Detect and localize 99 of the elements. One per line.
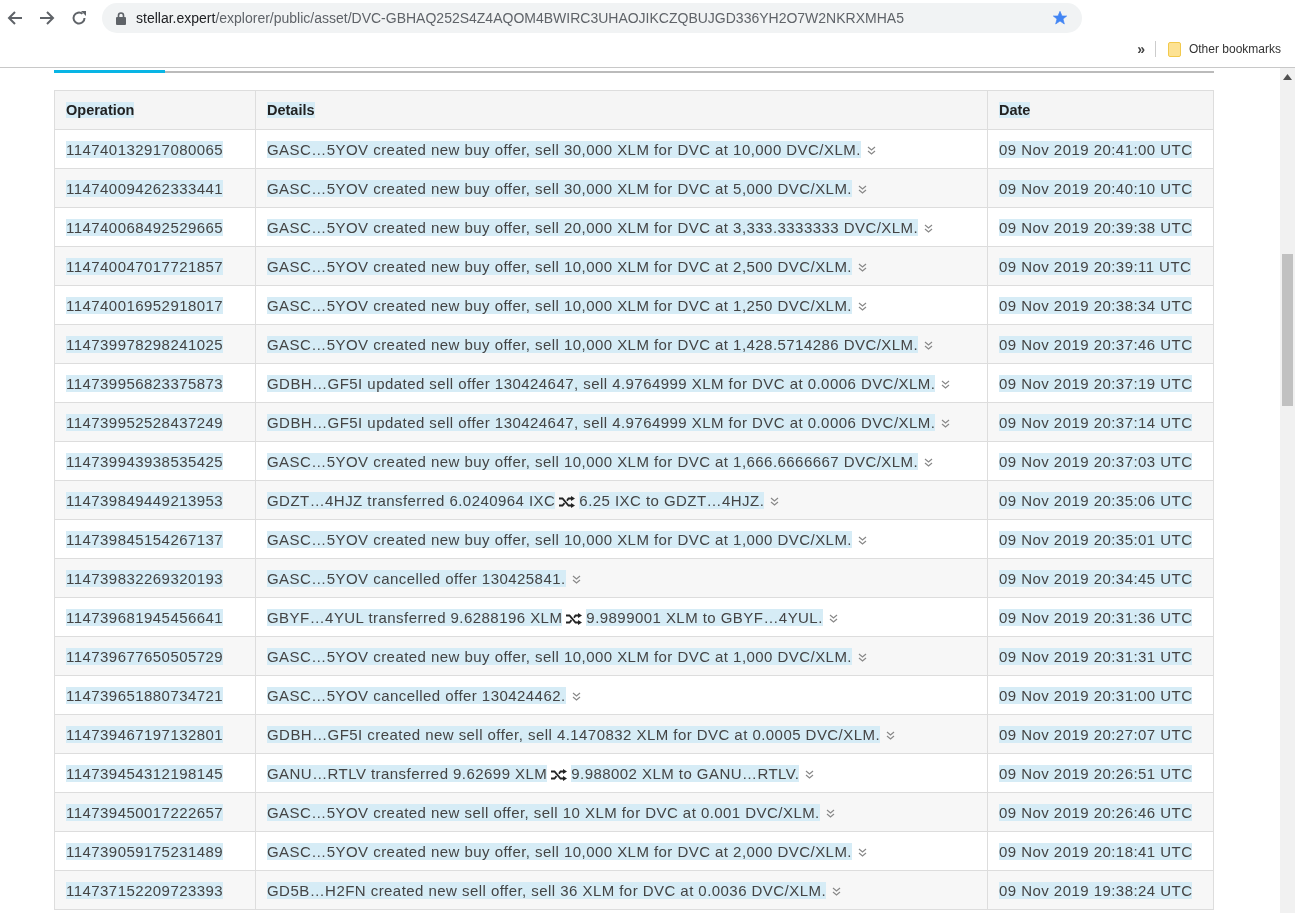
operation-description: GASC…5YOV created new buy offer, sell 10,000 XLM for DVC at 1,428.5714286 DVC/XLM. [267, 335, 919, 353]
operation-id-link[interactable]: 114739952528437249 [66, 413, 224, 431]
date-text: 09 Nov 2019 20:37:03 UTC [999, 452, 1193, 470]
date-text: 09 Nov 2019 20:18:41 UTC [999, 842, 1193, 860]
shuffle-icon [559, 495, 576, 508]
date-text: 09 Nov 2019 20:31:31 UTC [999, 647, 1193, 665]
url-text: stellar.expert/explorer/public/asset/DVC-GBHAQ252S4Z4AQOM4BWIRC3UHAOJIKCZQBUJGD336YH2O7W2NKRXMHA5 [136, 10, 904, 26]
date-text: 09 Nov 2019 20:26:46 UTC [999, 803, 1193, 821]
expand-chevron-icon[interactable] [941, 419, 951, 429]
operation-description: GASC…5YOV created new buy offer, sell 10,000 XLM for DVC at 1,000 DVC/XLM. [267, 647, 852, 665]
operation-id-link[interactable]: 114739450017222657 [66, 803, 224, 821]
date-text: 09 Nov 2019 20:39:11 UTC [999, 257, 1192, 275]
operation-description: GASC…5YOV created new buy offer, sell 10,000 XLM for DVC at 2,500 DVC/XLM. [267, 257, 852, 275]
operation-id-link[interactable]: 114739845154267137 [66, 530, 224, 548]
operation-description: GD5B…H2FN created new sell offer, sell 36 XLM for DVC at 0.0036 DVC/XLM. [267, 881, 826, 899]
operation-description: GASC…5YOV cancelled offer 130425841. [267, 569, 566, 587]
date-text: 09 Nov 2019 19:38:24 UTC [999, 881, 1193, 899]
operation-id-link[interactable]: 114739681945456641 [66, 608, 224, 626]
operation-id-link[interactable]: 114739943938535425 [66, 452, 224, 470]
operation-description: GASC…5YOV created new buy offer, sell 10,000 XLM for DVC at 1,666.6666667 DVC/XLM. [267, 452, 919, 470]
transfer-sent-text: GBYF…4YUL transferred 9.6288196 XLM [267, 608, 563, 626]
operation-description: GASC…5YOV created new buy offer, sell 20,000 XLM for DVC at 3,333.3333333 DVC/XLM. [267, 218, 919, 236]
date-text: 09 Nov 2019 20:27:07 UTC [999, 725, 1193, 743]
column-header: Operation [66, 102, 135, 118]
scrollbar-thumb[interactable] [1282, 254, 1293, 406]
expand-chevron-icon[interactable] [924, 341, 934, 351]
operation-description: GDBH…GF5I updated sell offer 130424647, sell 4.9764999 XLM for DVC at 0.0006 DVC/XLM. [267, 413, 936, 431]
folder-icon [1167, 41, 1181, 57]
shuffle-icon [566, 612, 583, 625]
operation-description: GASC…5YOV cancelled offer 130424462. [267, 686, 566, 704]
date-text: 09 Nov 2019 20:37:19 UTC [999, 374, 1193, 392]
date-text: 09 Nov 2019 20:37:46 UTC [999, 335, 1193, 353]
operation-description: GASC…5YOV created new sell offer, sell 10 XLM for DVC at 0.001 DVC/XLM. [267, 803, 820, 821]
operation-id-link[interactable]: 114737152209723393 [66, 881, 224, 899]
operation-description: GASC…5YOV created new buy offer, sell 30,000 XLM for DVC at 5,000 DVC/XLM. [267, 179, 852, 197]
date-text: 09 Nov 2019 20:40:10 UTC [999, 179, 1193, 197]
expand-chevron-icon[interactable] [770, 497, 780, 507]
operation-id-link[interactable]: 114740047017721857 [66, 257, 224, 275]
operation-id-link[interactable]: 114740016952918017 [66, 296, 224, 314]
expand-chevron-icon[interactable] [857, 536, 867, 546]
expand-chevron-icon[interactable] [832, 887, 841, 897]
operation-description: GDBH…GF5I created new sell offer, sell 4.1470832 XLM for DVC at 0.0005 DVC/XLM. [267, 725, 881, 743]
expand-chevron-icon[interactable] [571, 692, 581, 702]
expand-chevron-icon[interactable] [886, 731, 896, 741]
operation-description: GDBH…GF5I updated sell offer 130424647, sell 4.9764999 XLM for DVC at 0.0006 DVC/XLM. [267, 374, 936, 392]
operation-id-link[interactable]: 114739849449213953 [66, 491, 224, 509]
expand-chevron-icon[interactable] [924, 224, 934, 234]
expand-chevron-icon[interactable] [857, 848, 867, 858]
operation-id-link[interactable]: 114740068492529665 [66, 218, 224, 236]
date-text: 09 Nov 2019 20:38:34 UTC [999, 296, 1193, 314]
date-text: 09 Nov 2019 20:39:38 UTC [999, 218, 1193, 236]
shuffle-icon [551, 768, 568, 781]
transfer-sent-text: GDZT…4HJZ transferred 6.0240964 IXC [267, 491, 556, 509]
operation-id-link[interactable]: 114739467197132801 [66, 725, 224, 743]
transfer-received-text: 9.9899001 XLM to GBYF…4YUL. [586, 608, 823, 626]
date-text: 09 Nov 2019 20:34:45 UTC [999, 569, 1193, 587]
expand-chevron-icon[interactable] [857, 263, 867, 273]
operation-description: GASC…5YOV created new buy offer, sell 10,000 XLM for DVC at 1,000 DVC/XLM. [267, 530, 852, 548]
bookmarks-overflow-button[interactable]: » [1137, 41, 1145, 57]
operation-description: GASC…5YOV created new buy offer, sell 10,000 XLM for DVC at 2,000 DVC/XLM. [267, 842, 852, 860]
expand-chevron-icon[interactable] [571, 575, 581, 585]
date-text: 09 Nov 2019 20:41:00 UTC [999, 140, 1193, 158]
date-text: 09 Nov 2019 20:37:14 UTC [999, 413, 1193, 431]
date-text: 09 Nov 2019 20:31:36 UTC [999, 608, 1193, 626]
column-header: Details [267, 102, 315, 118]
expand-chevron-icon[interactable] [857, 185, 867, 195]
operation-id-link[interactable]: 114739978298241025 [66, 335, 224, 353]
lock-icon [116, 11, 126, 25]
bookmark-star-icon[interactable] [1052, 10, 1068, 26]
operation-id-link[interactable]: 114739059175231489 [66, 842, 224, 860]
expand-chevron-icon[interactable] [805, 770, 815, 780]
operation-description: GASC…5YOV created new buy offer, sell 30,000 XLM for DVC at 10,000 DVC/XLM. [267, 140, 861, 158]
operation-id-link[interactable]: 114739956823375873 [66, 374, 224, 392]
operation-description: GASC…5YOV created new buy offer, sell 10,000 XLM for DVC at 1,250 DVC/XLM. [267, 296, 852, 314]
date-text: 09 Nov 2019 20:35:06 UTC [999, 491, 1193, 509]
date-text: 09 Nov 2019 20:35:01 UTC [999, 530, 1193, 548]
expand-chevron-icon[interactable] [825, 809, 835, 819]
operation-id-link[interactable]: 114739832269320193 [66, 569, 224, 587]
expand-chevron-icon[interactable] [924, 458, 934, 468]
scroll-up-icon[interactable] [1283, 74, 1292, 80]
transfer-received-text: 9.988002 XLM to GANU…RTLV. [571, 764, 800, 782]
date-text: 09 Nov 2019 20:26:51 UTC [999, 764, 1193, 782]
operation-id-link[interactable]: 114740132917080065 [66, 140, 224, 158]
address-bar[interactable]: stellar.expert/explorer/public/asset/DVC-GBHAQ252S4Z4AQOM4BWIRC3UHAOJIKCZQBUJGD336YH2O7W2NKRXMHA5 [102, 3, 1082, 33]
other-bookmarks-button[interactable]: Other bookmarks [1167, 41, 1281, 57]
transfer-sent-text: GANU…RTLV transferred 9.62699 XLM [267, 764, 548, 782]
transfer-received-text: 6.25 IXC to GDZT…4HJZ. [579, 491, 765, 509]
expand-chevron-icon[interactable] [941, 380, 951, 390]
operation-id-link[interactable]: 114740094262333441 [66, 179, 224, 197]
operation-id-link[interactable]: 114739454312198145 [66, 764, 224, 782]
column-header: Date [999, 102, 1031, 118]
operation-id-link[interactable]: 114739677650505729 [66, 647, 224, 665]
expand-chevron-icon[interactable] [857, 653, 867, 663]
scrollbar[interactable] [1280, 68, 1295, 913]
expand-chevron-icon[interactable] [866, 146, 876, 156]
expand-chevron-icon[interactable] [828, 614, 838, 624]
expand-chevron-icon[interactable] [857, 302, 867, 312]
date-text: 09 Nov 2019 20:31:00 UTC [999, 686, 1193, 704]
operation-id-link[interactable]: 114739651880734721 [66, 686, 224, 704]
